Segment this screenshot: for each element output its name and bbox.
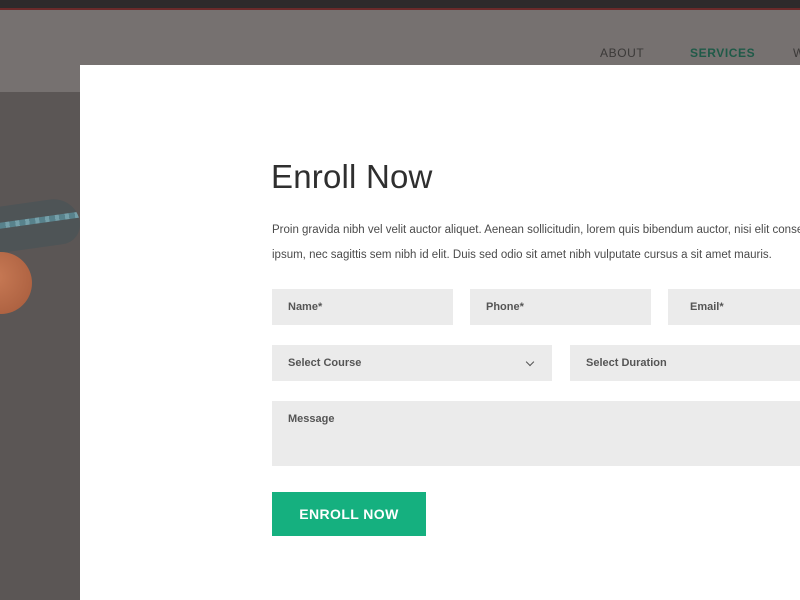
nav-item-about[interactable]: ABOUT (600, 46, 644, 60)
message-placeholder: Message (288, 413, 335, 425)
phone-input[interactable]: Phone* (470, 289, 651, 325)
course-select-label: Select Course (288, 357, 362, 369)
modal-description: Proin gravida nibh vel velit auctor aliq… (272, 218, 800, 268)
nav-item-partial[interactable]: W (793, 46, 800, 60)
modal-title: Enroll Now (271, 158, 433, 195)
description-line-2: ipsum, nec sagittis sem nibh id elit. Du… (272, 249, 772, 261)
duration-select-label: Select Duration (586, 357, 667, 369)
enroll-now-button[interactable]: ENROLL NOW (272, 492, 426, 536)
message-textarea[interactable]: Message (272, 401, 800, 466)
name-placeholder: Name* (288, 301, 323, 313)
email-input[interactable]: Email* (668, 289, 800, 325)
ball-image (0, 252, 32, 314)
duration-select[interactable]: Select Duration (570, 345, 800, 381)
email-placeholder: Email* (690, 301, 724, 313)
main-nav: ABOUT SERVICES W (0, 46, 800, 62)
paddle-image (0, 195, 80, 259)
enroll-modal: Enroll Now Proin gravida nibh vel velit … (80, 65, 800, 600)
name-input[interactable]: Name* (272, 289, 453, 325)
phone-placeholder: Phone* (486, 301, 524, 313)
hero-image (0, 92, 80, 600)
chevron-down-icon (526, 358, 536, 368)
nav-item-services[interactable]: SERVICES (690, 46, 755, 60)
course-select[interactable]: Select Course (272, 345, 552, 381)
paddle-stripe (0, 211, 80, 233)
top-bar (0, 0, 800, 8)
description-line-1: Proin gravida nibh vel velit auctor aliq… (272, 224, 800, 236)
